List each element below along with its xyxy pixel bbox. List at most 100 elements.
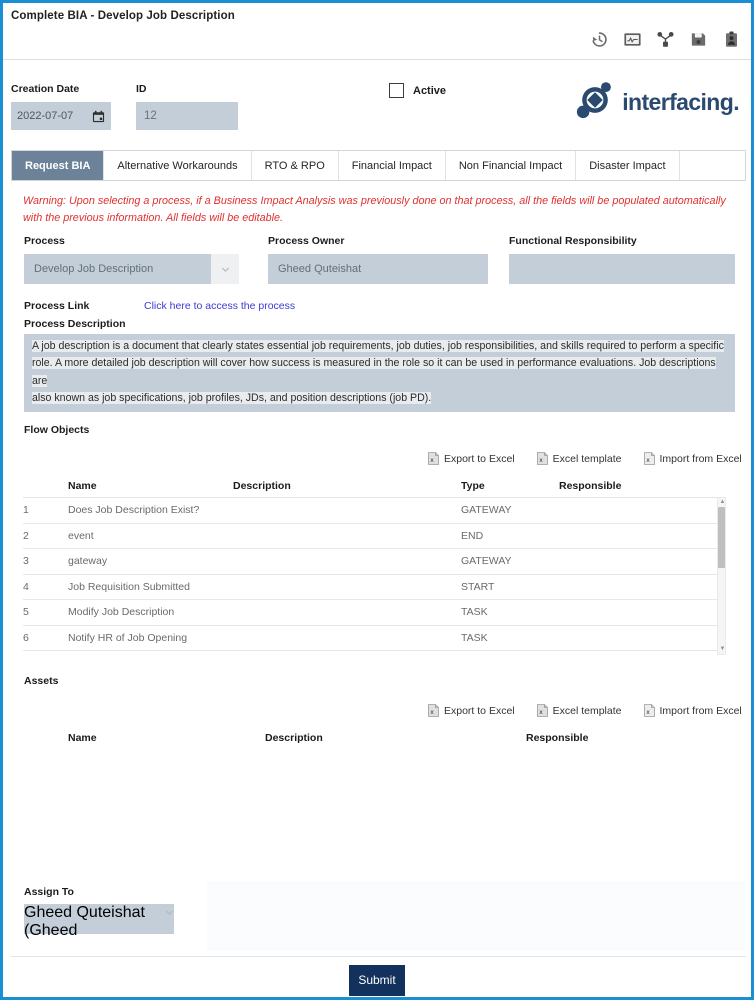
page-title: Complete BIA - Develop Job Description [11,10,235,22]
calendar-icon[interactable] [92,110,105,123]
history-icon[interactable] [589,29,609,49]
assignment-person-icon[interactable] [721,29,741,49]
table-row[interactable]: 2 event END [23,524,722,549]
row-name: Modify Job Description [68,606,175,618]
chevron-down-icon[interactable] [165,904,174,934]
assets-col-responsible: Responsible [526,732,589,744]
row-name: Job Requisition Submitted [68,580,190,593]
flow-objects-col-description: Description [233,480,291,492]
assign-to-value: Gheed Quteishat (Gheed [24,904,145,939]
window-toolbar [589,29,741,49]
interfacing-logo: interfacing. [574,81,740,124]
table-row[interactable]: 3 gateway GATEWAY [23,549,722,575]
row-type: START [461,580,495,593]
row-index: 2 [23,529,29,542]
flow-objects-col-responsible: Responsible [559,480,622,492]
process-description-label: Process Description [24,318,126,330]
table-row[interactable]: 1 Does Job Description Exist? GATEWAY [23,498,722,524]
row-name: Notify HR of Job Opening [68,631,188,644]
table-row[interactable]: 5 Modify Job Description TASK [23,600,722,626]
assets-title: Assets [24,675,59,687]
flow-objects-import-label: Import from Excel [659,452,742,465]
window-titlebar: Complete BIA - Develop Job Description [3,3,751,60]
tab-bar-filler [679,151,745,180]
scroll-down-icon[interactable]: ▼ [719,646,726,653]
creation-date-label: Creation Date [11,83,80,95]
flow-objects-excel-template-button[interactable]: x Excel template [536,452,622,465]
svg-text:x: x [646,457,650,464]
process-label: Process [24,235,65,247]
assets-col-description: Description [265,732,323,744]
process-link[interactable]: Click here to access the process [144,300,295,312]
chevron-down-icon[interactable] [211,254,239,284]
svg-text:x: x [430,457,434,464]
flow-objects-export-to-excel-button[interactable]: x Export to Excel [428,452,515,465]
id-input[interactable]: 12 [136,102,238,130]
creation-date-value: 2022-07-07 [17,110,74,122]
flow-objects-title: Flow Objects [24,424,90,436]
svg-text:x: x [539,709,543,716]
row-type: GATEWAY [461,555,512,567]
assets-import-from-excel-button[interactable]: x Import from Excel [643,704,742,717]
tab-alternative-workarounds[interactable]: Alternative Workarounds [104,151,252,180]
hierarchy-icon[interactable] [655,29,675,49]
tab-financial-impact[interactable]: Financial Impact [338,151,446,180]
row-index: 1 [23,504,29,516]
process-owner-input[interactable]: Gheed Quteishat [268,254,488,284]
save-icon[interactable] [688,29,708,49]
assign-to-shade [207,881,746,951]
assets-export-to-excel-button[interactable]: x Export to Excel [428,704,515,717]
functional-responsibility-label: Functional Responsibility [509,235,637,247]
flow-objects-template-label: Excel template [552,452,622,465]
row-index: 6 [23,631,29,644]
process-description-line-1: A job description is a document that cle… [32,340,724,352]
process-select-value: Develop Job Description [34,263,154,275]
row-name: event [68,529,94,542]
creation-date-input[interactable]: 2022-07-07 [11,102,111,130]
tab-non-financial-impact[interactable]: Non Financial Impact [445,151,577,180]
monitor-chart-icon[interactable] [622,29,642,49]
row-index: 4 [23,580,29,593]
tab-bar: Request BIA Alternative Workarounds RTO … [11,150,746,181]
active-checkbox-group[interactable]: Active [389,83,446,98]
row-name: gateway [68,555,108,567]
submit-button[interactable]: Submit [349,964,405,996]
active-checkbox[interactable] [389,83,404,98]
svg-text:x: x [430,709,434,716]
assets-import-label: Import from Excel [659,704,742,717]
flow-objects-scrollbar[interactable]: ▲ ▼ [717,497,726,655]
warning-text: Warning: Upon selecting a process, if a … [23,195,726,224]
tab-request-bia[interactable]: Request BIA [12,151,105,180]
scrollbar-thumb[interactable] [718,507,725,568]
table-row[interactable]: 6 Notify HR of Job Opening TASK [23,626,722,651]
process-select[interactable]: Develop Job Description [24,254,239,284]
excel-file-icon: x [428,704,439,717]
assets-excel-actions: x Export to Excel x Excel template x Imp… [428,704,742,717]
process-description-line-3: also known as job specifications, job pr… [32,392,432,405]
process-owner-label: Process Owner [268,235,345,247]
functional-responsibility-input[interactable] [509,254,735,284]
row-type: END [461,529,484,542]
assign-to-select[interactable]: Gheed Quteishat (Gheed [24,904,174,939]
active-label: Active [413,84,447,97]
tab-disaster-impact[interactable]: Disaster Impact [576,151,680,180]
process-description-textarea[interactable]: A job description is a document that cle… [24,334,735,412]
process-owner-value: Gheed Quteishat [278,263,362,275]
row-index: 3 [23,555,29,567]
table-row[interactable]: 4 Job Requisition Submitted START [23,575,722,600]
interfacing-logo-mark [574,81,616,124]
assets-export-label: Export to Excel [444,704,515,717]
assets-excel-template-button[interactable]: x Excel template [536,704,622,717]
submit-row: Submit [3,960,751,997]
flow-objects-import-from-excel-button[interactable]: x Import from Excel [643,452,742,465]
row-index: 5 [23,606,29,618]
excel-file-icon: x [536,452,548,465]
tab-rto-rpo[interactable]: RTO & RPO [251,151,339,180]
flow-objects-col-name: Name [68,480,97,492]
assets-col-name: Name [68,732,97,744]
flow-objects-export-label: Export to Excel [444,452,515,465]
process-description-line-2: role. A more detailed job description wi… [32,357,716,387]
row-type: TASK [461,631,488,644]
scroll-up-icon[interactable]: ▲ [719,499,726,506]
bia-form-window: Complete BIA - Develop Job Description C… [0,0,754,1000]
